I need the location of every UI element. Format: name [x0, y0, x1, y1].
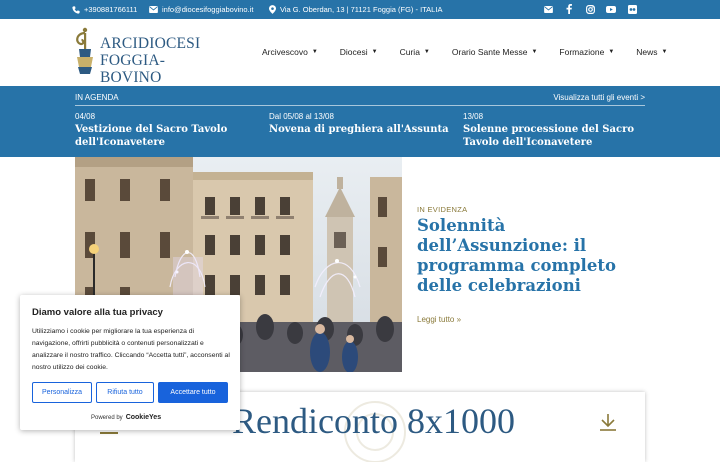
rendiconto-title: Rendiconto 8x1000: [232, 401, 515, 441]
caret-down-icon: ▼: [423, 49, 430, 55]
caret-down-icon: ▼: [531, 49, 538, 55]
top-bar: +390881766111 info@diocesifoggiabovino.i…: [0, 0, 720, 19]
nav-item-diocesi[interactable]: Diocesi ▼: [340, 47, 378, 57]
cookieyes-logo[interactable]: CookieYes: [126, 414, 161, 421]
event-title[interactable]: Solenne processione del Sacro Tavolo del…: [463, 123, 653, 149]
accent-line: [100, 432, 118, 434]
youtube-icon[interactable]: [606, 4, 616, 14]
powered-by: Powered by CookieYes: [91, 414, 161, 421]
nav-item-orario-sante-messe[interactable]: Orario Sante Messe ▼: [452, 47, 538, 57]
logo-wordmark: ARCIDIOCESI FOGGIA-BOVINO: [100, 35, 200, 86]
view-all-events-link[interactable]: Visualizza tutti gli eventi >: [553, 93, 645, 102]
cookie-consent-banner: Diamo valore alla tua privacy Utilizziam…: [20, 295, 240, 430]
site-logo[interactable]: ARCIDIOCESI FOGGIA-BOVINO: [72, 27, 200, 86]
phone-link[interactable]: +390881766111: [72, 5, 137, 14]
event-title[interactable]: Vestizione del Sacro Tavolo dell'Iconave…: [75, 123, 265, 149]
accept-all-button[interactable]: Accettare tutto: [158, 382, 228, 403]
site-header: ARCIDIOCESI FOGGIA-BOVINO Arcivescovo ▼ D…: [0, 19, 720, 86]
customize-button[interactable]: Personalizza: [32, 382, 92, 403]
feature-title[interactable]: Solennità dell’Assunzione: il programma …: [417, 216, 647, 296]
agenda-event[interactable]: 13/08 Solenne processione del Sacro Tavo…: [463, 112, 653, 149]
instagram-icon[interactable]: [585, 4, 595, 14]
cookie-title: Diamo valore alla tua privacy: [32, 307, 163, 318]
main-nav: Arcivescovo ▼ Diocesi ▼ Curia ▼ Orario Sant…: [262, 47, 667, 57]
caret-down-icon: ▼: [608, 49, 615, 55]
phone-icon: [72, 5, 80, 14]
nav-item-arcivescovo[interactable]: Arcivescovo ▼: [262, 47, 318, 57]
address-text: Via G. Oberdan, 13 | 71121 Foggia (FG) -…: [280, 5, 443, 14]
agenda-header: IN AGENDA Visualizza tutti gli eventi >: [75, 93, 645, 106]
email-icon[interactable]: [543, 4, 553, 14]
nav-item-news[interactable]: News ▼: [636, 47, 667, 57]
caret-down-icon: ▼: [371, 49, 378, 55]
event-title[interactable]: Novena di preghiera all'Assunta: [269, 123, 459, 136]
flickr-icon[interactable]: [627, 4, 637, 14]
cookie-text: Utilizziamo i cookie per migliorare la t…: [32, 328, 230, 371]
email-address: info@diocesifoggiabovino.it: [162, 5, 254, 14]
location-pin-icon: [269, 5, 276, 14]
agenda-section: IN AGENDA Visualizza tutti gli eventi > …: [0, 86, 720, 157]
nav-item-curia[interactable]: Curia ▼: [400, 47, 430, 57]
event-date: Dal 05/08 al 13/08: [269, 112, 334, 121]
read-more-link[interactable]: Leggi tutto »: [417, 315, 461, 324]
address-link[interactable]: Via G. Oberdan, 13 | 71121 Foggia (FG) -…: [269, 5, 442, 14]
caret-down-icon: ▼: [661, 49, 668, 55]
social-links: [543, 4, 637, 14]
event-date: 04/08: [75, 112, 96, 121]
email-link[interactable]: info@diocesifoggiabovino.it: [149, 5, 253, 14]
event-date: 13/08: [463, 112, 484, 121]
logo-line-2: FOGGIA-BOVINO: [100, 52, 166, 86]
agenda-event[interactable]: 04/08 Vestizione del Sacro Tavolo dell'I…: [75, 112, 265, 149]
phone-number: +390881766111: [84, 5, 138, 14]
crosier-emblem-icon: [76, 27, 93, 74]
reject-all-button[interactable]: Rifiuta tutto: [96, 382, 154, 403]
agenda-heading: IN AGENDA: [75, 93, 119, 102]
download-icon[interactable]: [598, 412, 618, 432]
agenda-event[interactable]: Dal 05/08 al 13/08 Novena di preghiera a…: [269, 112, 459, 136]
envelope-icon: [149, 6, 158, 13]
feature-tag: IN EVIDENZA: [417, 205, 468, 214]
nav-item-formazione[interactable]: Formazione ▼: [559, 47, 614, 57]
facebook-icon[interactable]: [564, 4, 574, 14]
caret-down-icon: ▼: [311, 49, 318, 55]
logo-line-1: ARCIDIOCESI: [100, 35, 201, 52]
powered-by-label: Powered by: [91, 414, 123, 421]
